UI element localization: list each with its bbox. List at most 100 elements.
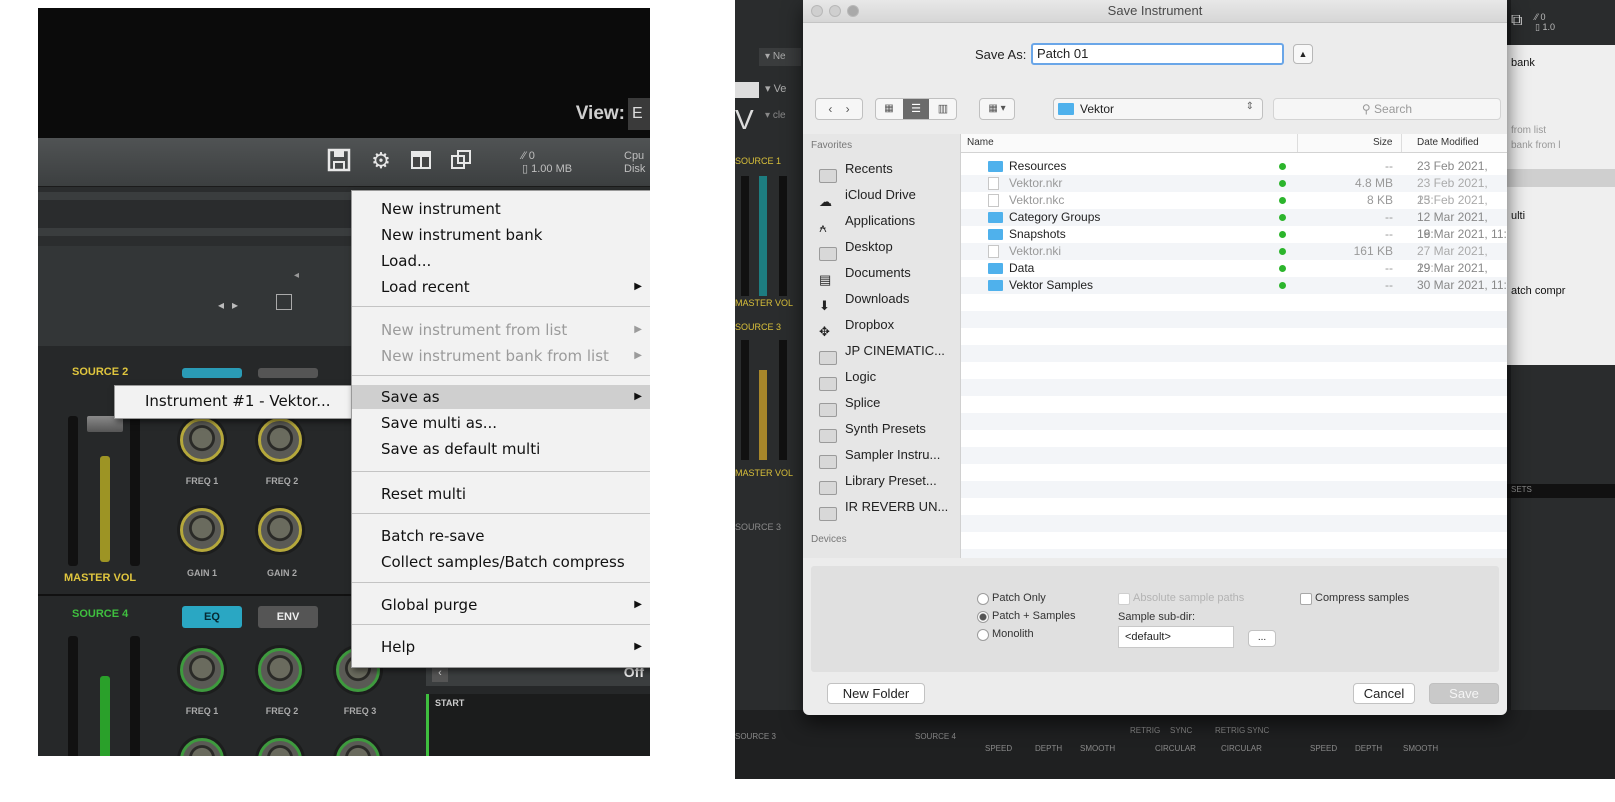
start-label: START (435, 698, 465, 708)
envelope-display[interactable]: START (426, 694, 650, 756)
sidebar-item-applications[interactable]: ⍲ Applications (803, 208, 960, 235)
back-forward-buttons[interactable]: ‹ › (815, 98, 863, 120)
submenu-item-instrument-1[interactable]: Instrument #1 - Vektor... (145, 386, 331, 416)
file-row[interactable]: Snapshots -- 19 Mar 2021, 11: (961, 226, 1507, 243)
menu-item-load-recent[interactable]: Load recent ▶ (352, 275, 650, 299)
window-icon[interactable] (448, 148, 474, 174)
eq-tab[interactable]: EQ (182, 606, 242, 628)
file-row[interactable]: Data -- 29 Mar 2021, 09: (961, 260, 1507, 292)
freq-2-knob-s4[interactable] (258, 648, 302, 692)
file-row[interactable]: Resources -- 23 Feb 2021, 14: (961, 158, 1507, 190)
patch-samples-radio[interactable] (977, 611, 989, 623)
eq-tab-partial[interactable] (182, 368, 242, 378)
file-row[interactable]: Vektor.nkc 8 KB 23 Feb 2021, 16: (961, 192, 1507, 224)
floppy-disk-icon[interactable] (326, 148, 352, 174)
sample-subdir-label: Sample sub-dir: (1118, 611, 1196, 623)
close-window-button[interactable] (811, 5, 823, 17)
sidebar-item-desktop[interactable]: Desktop (803, 234, 960, 262)
file-name: Data (1009, 261, 1035, 275)
column-date-modified[interactable]: Date Modified (1417, 134, 1479, 152)
bg-text: atch compr (1511, 285, 1566, 297)
list-view-icon[interactable]: ☰ (903, 99, 929, 119)
menu-item-reset-multi[interactable]: Reset multi (352, 482, 650, 506)
file-row[interactable]: Vektor Samples -- 30 Mar 2021, 11: (961, 277, 1507, 294)
bg-text: from list (1511, 125, 1546, 136)
menu-item-collect-samples[interactable]: Collect samples/Batch compress (352, 550, 650, 574)
column-divider (1401, 134, 1402, 152)
prev-next-arrows[interactable]: ◂▸ (218, 298, 246, 312)
sidebar-item-library-presets[interactable]: Library Preset... (803, 468, 960, 496)
fader-slot (130, 416, 140, 566)
view-dropdown[interactable]: E (628, 98, 650, 130)
layout-icon[interactable] (408, 148, 434, 174)
save-small-icon[interactable] (276, 294, 292, 310)
submenu-arrow-icon: ▶ (634, 350, 642, 361)
view-mode-selector[interactable]: ▦ ☰ ▥ (875, 98, 957, 120)
sidebar-item-icloud-drive[interactable]: ☁ iCloud Drive (803, 182, 960, 209)
env-tab[interactable]: ENV (258, 606, 318, 628)
sidebar-item-logic[interactable]: Logic (803, 364, 960, 392)
menu-item-new-instrument-bank[interactable]: New instrument bank (352, 223, 650, 247)
master-vol-fader-slot (68, 416, 78, 566)
save-as-input[interactable]: Patch 01 (1031, 43, 1284, 65)
column-name[interactable]: Name (967, 134, 994, 152)
dialog-title: Save Instrument (1107, 3, 1203, 18)
menu-item-save-as-default-multi[interactable]: Save as default multi (352, 437, 650, 461)
save-as-label: Save As: (975, 47, 1027, 62)
empty-row (961, 413, 1507, 430)
column-view-icon[interactable]: ▥ (930, 99, 956, 119)
gain-knob-s4[interactable] (258, 738, 302, 756)
chevron-left-icon[interactable]: ◂ (294, 270, 299, 281)
browse-button[interactable]: ... (1248, 630, 1276, 647)
cancel-button[interactable]: Cancel (1353, 683, 1415, 704)
save-as-submenu: Instrument #1 - Vektor... (114, 385, 370, 419)
file-row[interactable]: Vektor.nki 161 KB 27 Mar 2021, 19: (961, 243, 1507, 275)
sample-subdir-input[interactable]: <default> (1118, 626, 1234, 648)
patch-only-radio[interactable] (977, 593, 989, 605)
zoom-window-button[interactable] (847, 5, 859, 17)
env-tab-partial[interactable] (258, 368, 318, 378)
column-size[interactable]: Size (1373, 134, 1392, 152)
bg-source-label: SOURCE 1 (735, 156, 782, 166)
new-folder-button[interactable]: New Folder (827, 683, 925, 704)
file-row[interactable]: Category Groups -- 12 Mar 2021, 16: (961, 209, 1507, 241)
sidebar-item-sampler-instruments[interactable]: Sampler Instru... (803, 442, 960, 470)
sidebar-item-synth-presets[interactable]: Synth Presets (803, 416, 960, 444)
bg-info: ⁄⁄ 0 ▯ 1.0 (1535, 12, 1555, 32)
freq-1-label: FREQ 1 (185, 476, 219, 486)
file-row[interactable]: Vektor.nkr 4.8 MB 23 Feb 2021, 15: (961, 175, 1507, 207)
gain-2-knob[interactable] (258, 508, 302, 552)
gain-1-knob[interactable] (180, 508, 224, 552)
gear-icon[interactable]: ⚙ (368, 148, 394, 174)
sidebar-item-downloads[interactable]: ⬇ Downloads (803, 286, 960, 313)
search-field[interactable]: ⚲ Search (1273, 98, 1501, 120)
sidebar-item-documents[interactable]: ▤ Documents (803, 260, 960, 287)
monolith-radio[interactable] (977, 629, 989, 641)
freq-1-knob[interactable] (180, 418, 224, 462)
bg-source-label: SOURCE 3 (735, 322, 782, 332)
menu-item-global-purge[interactable]: Global purge ▶ (352, 593, 650, 617)
freq-2-knob[interactable] (258, 418, 302, 462)
menu-item-save-as[interactable]: Save as ▶ (352, 385, 650, 409)
sidebar-item-ir-reverb[interactable]: IR REVERB UN... (803, 494, 960, 522)
menu-item-batch-re-save[interactable]: Batch re-save (352, 524, 650, 548)
bg-circular: CIRCULAR (1221, 744, 1262, 753)
sidebar-item-recents[interactable]: Recents (803, 156, 960, 184)
file-size: -- (1385, 278, 1393, 292)
gallery-view-icon[interactable]: ▦ ▾ (979, 98, 1015, 120)
menu-item-save-multi-as[interactable]: Save multi as... (352, 411, 650, 435)
path-popup[interactable]: Vektor ⇕ (1053, 98, 1263, 120)
sidebar-item-dropbox[interactable]: ✥ Dropbox (803, 312, 960, 339)
icon-view-icon[interactable]: ▦ (876, 99, 902, 119)
sidebar-item-splice[interactable]: Splice (803, 390, 960, 418)
chevron-up-icon[interactable]: ▲ (1293, 44, 1313, 64)
sidebar-item-jp-cinematic[interactable]: JP CINEMATIC... (803, 338, 960, 366)
minimize-window-button[interactable] (829, 5, 841, 17)
compress-samples-checkbox[interactable] (1300, 593, 1312, 605)
menu-item-new-instrument[interactable]: New instrument (352, 197, 650, 221)
gain-knob-s4[interactable] (336, 738, 380, 756)
menu-item-load[interactable]: Load... (352, 249, 650, 273)
gain-knob-s4[interactable] (180, 738, 224, 756)
freq-1-knob-s4[interactable] (180, 648, 224, 692)
menu-item-help[interactable]: Help ▶ (352, 635, 650, 659)
